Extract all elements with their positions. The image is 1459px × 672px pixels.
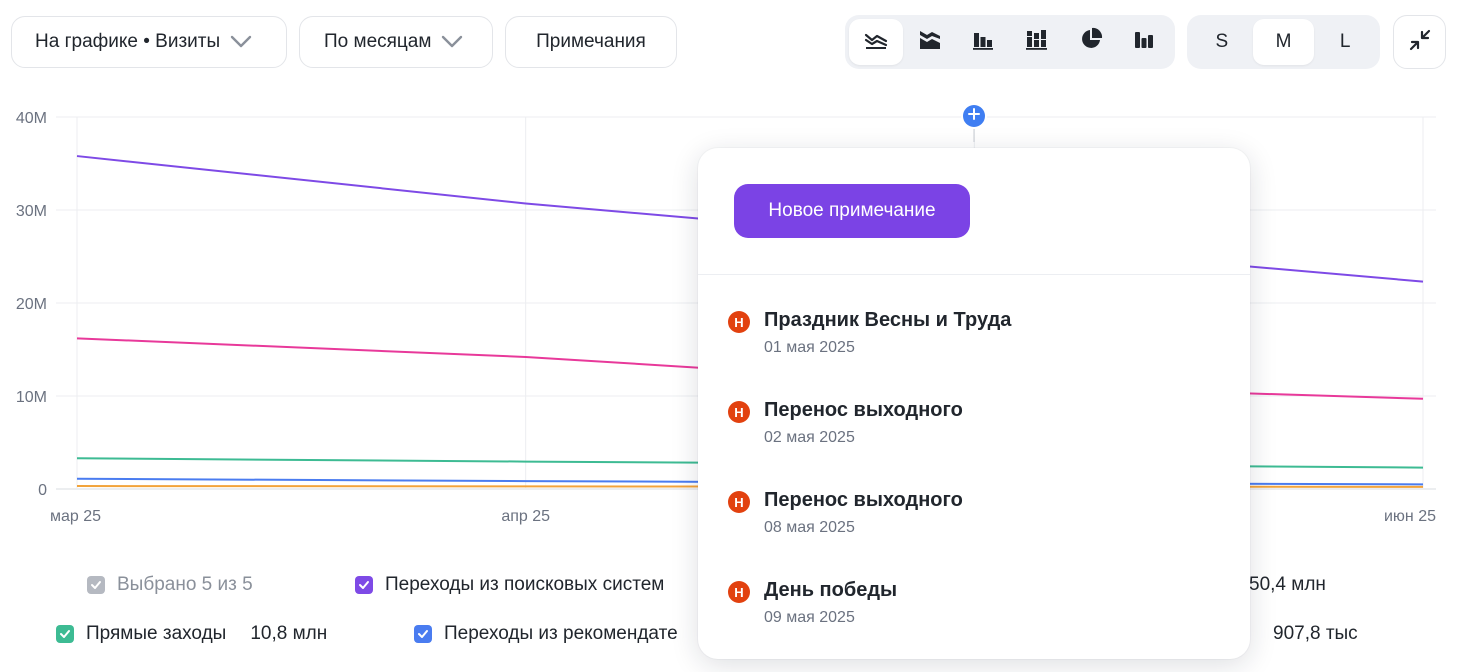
legend-value-search: 50,4 млн xyxy=(1249,574,1326,596)
legend-value-label: 50,4 млн xyxy=(1249,574,1326,595)
legend-value-recommendations: 907,8 тыс xyxy=(1273,623,1358,645)
add-note-marker[interactable] xyxy=(963,105,985,127)
size-s[interactable]: S xyxy=(1191,19,1253,65)
line-chart-icon xyxy=(864,27,888,57)
legend-item-search[interactable]: Переходы из поисковых систем xyxy=(355,574,664,596)
y-tick-label: 30M xyxy=(16,203,47,220)
period-select-label: По месяцам xyxy=(324,31,432,52)
holiday-badge: Н xyxy=(728,311,750,333)
chart-type-switcher xyxy=(845,15,1175,69)
checkbox-icon xyxy=(414,625,432,643)
area-chart-icon xyxy=(918,27,942,57)
legend-item-label: Прямые заходы xyxy=(86,623,227,644)
note-title: Праздник Весны и Труда xyxy=(764,309,1012,331)
holiday-badge: Н xyxy=(728,401,750,423)
legend-item-direct[interactable]: Прямые заходы 10,8 млн xyxy=(56,623,327,645)
size-l[interactable]: L xyxy=(1314,19,1376,65)
note-date: 08 мая 2025 xyxy=(764,519,855,536)
checkbox-icon xyxy=(56,625,74,643)
x-tick-label: мар 25 xyxy=(50,508,101,525)
legend-value-label: 907,8 тыс xyxy=(1273,623,1358,644)
size-m[interactable]: M xyxy=(1252,19,1315,65)
chart-type-bar[interactable] xyxy=(1117,19,1171,65)
legend-item-recommendations[interactable]: Переходы из рекомендате xyxy=(414,623,678,645)
note-date: 01 мая 2025 xyxy=(764,339,855,356)
metric-select-label: На графике • Визиты xyxy=(35,31,221,52)
size-l-label: L xyxy=(1339,31,1351,52)
legend-item-label: Переходы из рекомендате xyxy=(444,623,678,644)
legend-selected-label: Выбрано 5 из 5 xyxy=(117,574,253,595)
note-title: Перенос выходного xyxy=(764,489,963,511)
y-tick-label: 10M xyxy=(16,389,47,406)
plus-icon xyxy=(968,107,980,125)
chart-type-pie[interactable] xyxy=(1064,19,1118,65)
legend-selected-toggle[interactable]: Выбрано 5 из 5 xyxy=(87,574,253,596)
column-chart-icon xyxy=(971,27,995,57)
y-tick-label: 40M xyxy=(16,110,47,127)
notes-popup: Новое примечание Н Праздник Весны и Труд… xyxy=(698,148,1250,659)
y-tick-label: 0 xyxy=(38,482,47,499)
period-select[interactable]: По месяцам xyxy=(299,16,493,68)
notes-button[interactable]: Примечания xyxy=(505,16,677,68)
checkbox-icon xyxy=(87,576,105,594)
note-title: Перенос выходного xyxy=(764,399,963,421)
checkbox-icon xyxy=(355,576,373,594)
chevron-down-icon xyxy=(230,35,252,49)
metric-select[interactable]: На графике • Визиты xyxy=(11,16,287,68)
notes-button-label: Примечания xyxy=(536,31,646,52)
popup-divider xyxy=(698,274,1250,275)
bar-chart-icon xyxy=(1132,27,1156,57)
legend-item-value: 10,8 млн xyxy=(250,623,328,644)
chart-type-line[interactable] xyxy=(849,19,903,65)
chevron-down-icon xyxy=(441,35,463,49)
x-tick-label: апр 25 xyxy=(501,508,550,525)
chart-type-stacked-column[interactable] xyxy=(1010,19,1064,65)
note-title: День победы xyxy=(764,579,898,601)
legend-item-label: Переходы из поисковых систем xyxy=(385,574,665,595)
size-switcher: S M L xyxy=(1187,15,1380,69)
stacked-column-icon xyxy=(1025,27,1049,57)
holiday-badge: Н xyxy=(728,491,750,513)
size-s-label: S xyxy=(1215,31,1229,52)
pie-chart-icon xyxy=(1079,27,1103,57)
collapse-button[interactable] xyxy=(1393,15,1446,69)
chart-type-area[interactable] xyxy=(903,19,957,65)
collapse-icon xyxy=(1408,28,1432,57)
holiday-badge: Н xyxy=(728,581,750,603)
new-note-button[interactable]: Новое примечание xyxy=(734,184,970,238)
size-m-label: M xyxy=(1275,31,1292,52)
x-tick-label: июн 25 xyxy=(1384,508,1436,525)
note-date: 09 мая 2025 xyxy=(764,609,855,626)
note-date: 02 мая 2025 xyxy=(764,429,855,446)
chart-type-column[interactable] xyxy=(956,19,1010,65)
y-tick-label: 20M xyxy=(16,296,47,313)
